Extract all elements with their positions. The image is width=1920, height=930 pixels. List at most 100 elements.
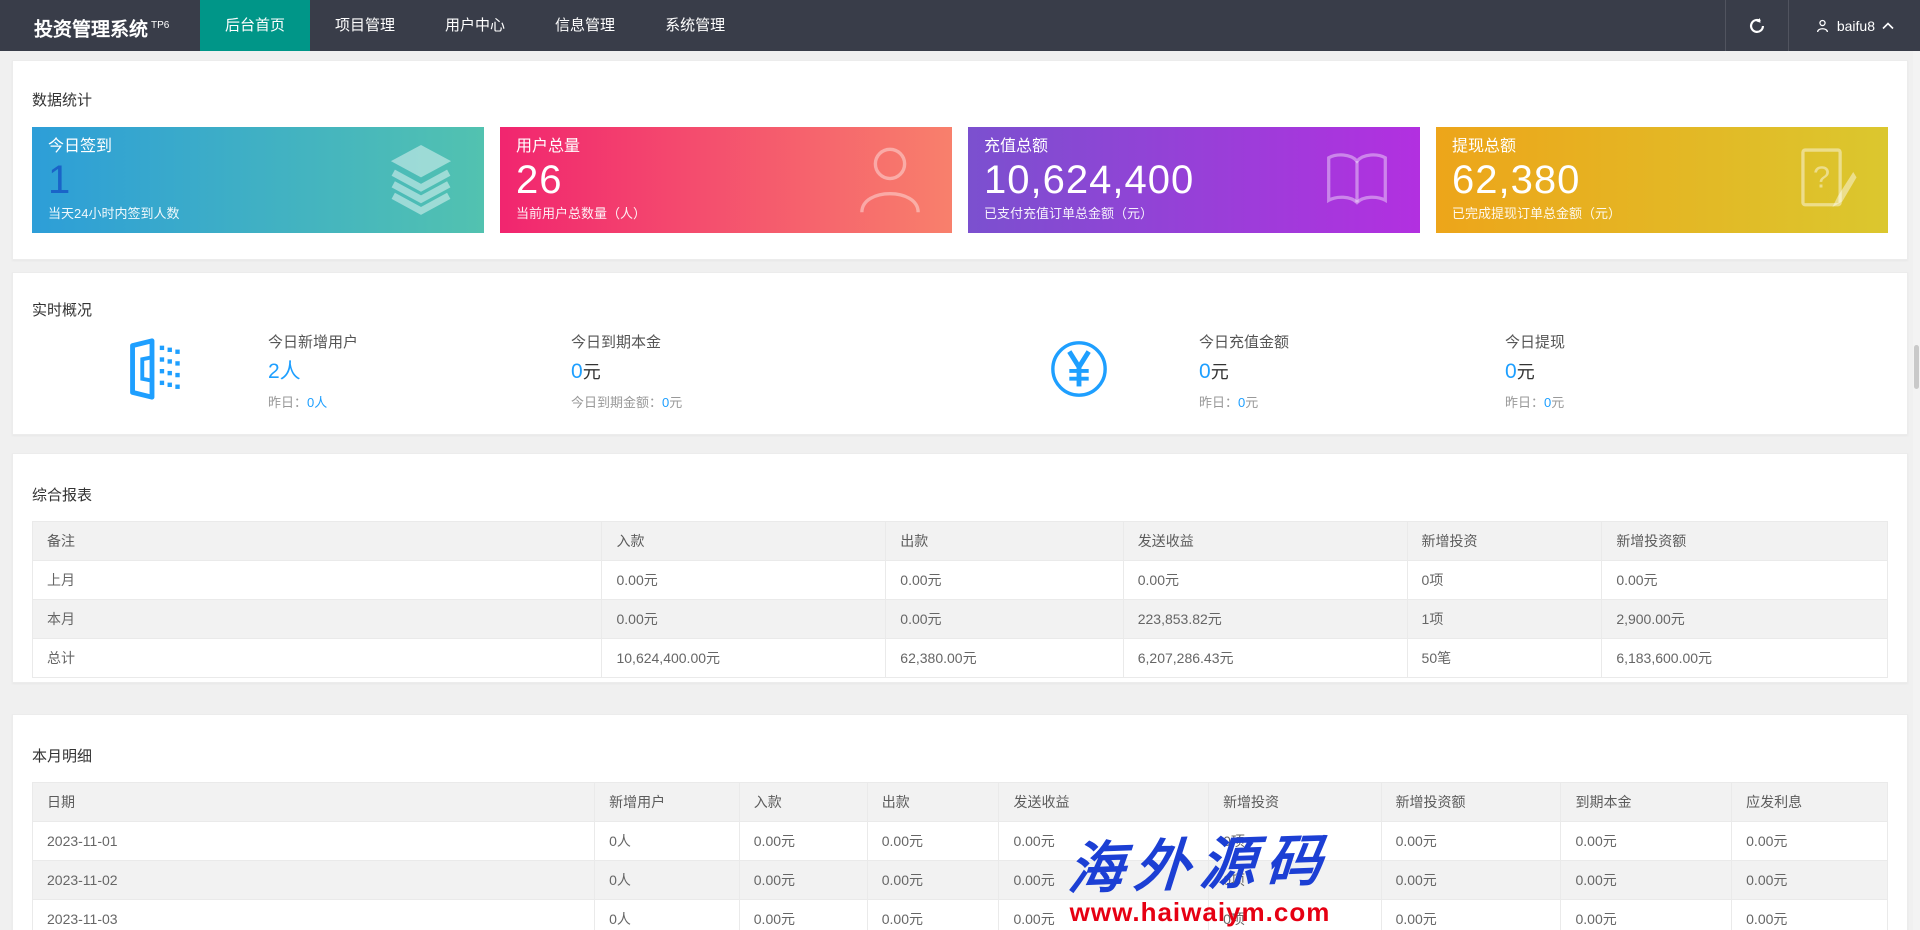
scrollbar[interactable] [1913, 51, 1920, 930]
overview-sub-label: 今日到期金额： [571, 395, 662, 410]
chevron-up-icon [1882, 22, 1894, 30]
overview-stat-today-recharge: 今日充值金额 0元 昨日：0元 [1199, 334, 1505, 411]
table-cell: 0.00元 [602, 600, 886, 639]
overview-stat-due-principal: 今日到期本金 0元 今日到期金额：0元 [571, 334, 871, 411]
table-cell: 0.00元 [602, 561, 886, 600]
overview-stat-unit: 元 [1211, 362, 1229, 382]
table-cell: 2023-11-02 [33, 861, 595, 900]
column-header: 出款 [867, 783, 999, 822]
table-cell: 0.00元 [1381, 822, 1561, 861]
table-cell: 总计 [33, 639, 602, 678]
overview-sub-label: 昨日： [268, 395, 307, 410]
overview-stat-value: 0 [571, 360, 583, 383]
overview-stat-label: 今日充值金额 [1199, 334, 1505, 352]
building-icon [117, 334, 187, 404]
table-cell: 0项 [1407, 561, 1602, 600]
report-section-title: 综合报表 [32, 484, 1888, 505]
app-title-version: TP6 [151, 20, 169, 31]
overview-stat-value: 2人 [268, 360, 301, 383]
overview-stat-today-withdraw: 今日提现 0元 昨日：0元 [1505, 334, 1805, 411]
table-cell: 0人 [595, 861, 740, 900]
column-header: 入款 [602, 522, 886, 561]
table-cell: 0.00元 [886, 600, 1123, 639]
table-cell: 0.00元 [1561, 822, 1732, 861]
table-cell: 0.00元 [867, 900, 999, 930]
overview-row: 今日新增用户 2人 昨日：0人 今日到期本金 0元 今日到期金额：0元 [32, 334, 1888, 411]
table-cell: 0.00元 [1732, 861, 1888, 900]
table-row: 上月 0.00元 0.00元 0.00元 0项 0.00元 [33, 561, 1888, 600]
table-cell: 0.00元 [867, 861, 999, 900]
table-row: 2023-11-02 0人 0.00元 0.00元 0.00元 0项 0.00元… [33, 861, 1888, 900]
table-cell: 50笔 [1407, 639, 1602, 678]
nav-item-user-center[interactable]: 用户中心 [420, 0, 530, 51]
column-header: 新增投资额 [1381, 783, 1561, 822]
detail-table: 日期 新增用户 入款 出款 发送收益 新增投资 新增投资额 到期本金 应发利息 … [32, 782, 1888, 930]
table-cell: 0.00元 [867, 822, 999, 861]
table-cell: 0.00元 [1602, 561, 1888, 600]
table-cell: 0项 [1209, 861, 1382, 900]
stat-card-users: 用户总量 26 当前用户总数量（人） [500, 127, 952, 233]
column-header: 出款 [886, 522, 1123, 561]
table-cell: 0.00元 [1123, 561, 1407, 600]
user-icon [1815, 18, 1830, 34]
table-cell: 0.00元 [739, 861, 867, 900]
book-icon [1320, 147, 1394, 214]
column-header: 新增投资 [1407, 522, 1602, 561]
nav-item-projects[interactable]: 项目管理 [310, 0, 420, 51]
svg-text:?: ? [1813, 160, 1830, 194]
table-cell: 0.00元 [739, 900, 867, 930]
table-cell: 0人 [595, 900, 740, 930]
stat-card-withdraw: 提现总额 62,380 已完成提现订单总金额（元） ? [1436, 127, 1888, 233]
table-row: 2023-11-03 0人 0.00元 0.00元 0.00元 0项 0.00元… [33, 900, 1888, 930]
overview-stat-label: 今日到期本金 [571, 334, 871, 352]
overview-stat-value: 0 [1505, 360, 1517, 383]
table-cell: 0.00元 [999, 822, 1209, 861]
overview-sub-label: 昨日： [1199, 395, 1238, 410]
overview-section: 实时概况 今日新增用户 2人 昨日：0人 [12, 272, 1908, 435]
overview-sub-unit: 元 [1551, 395, 1564, 410]
table-cell: 2023-11-01 [33, 822, 595, 861]
table-cell: 0.00元 [1732, 900, 1888, 930]
overview-section-title: 实时概况 [32, 299, 1888, 320]
overview-stat-new-users: 今日新增用户 2人 昨日：0人 [268, 334, 571, 411]
column-header: 应发利息 [1732, 783, 1888, 822]
table-cell: 0.00元 [999, 900, 1209, 930]
report-section: 综合报表 备注 入款 出款 发送收益 新增投资 新增投资额 上月 0. [12, 453, 1908, 683]
table-cell: 0项 [1209, 822, 1382, 861]
stats-section-title: 数据统计 [32, 89, 1888, 110]
refresh-button[interactable] [1726, 0, 1788, 51]
nav-item-information[interactable]: 信息管理 [530, 0, 640, 51]
overview-stat-unit: 元 [1517, 362, 1535, 382]
column-header: 发送收益 [999, 783, 1209, 822]
table-cell: 6,207,286.43元 [1123, 639, 1407, 678]
overview-sub-unit: 元 [1245, 395, 1258, 410]
navbar-right: baifu8 [1725, 0, 1920, 51]
nav-item-system[interactable]: 系统管理 [640, 0, 750, 51]
nav-item-dashboard[interactable]: 后台首页 [200, 0, 310, 51]
main-content: 数据统计 今日签到 1 当天24小时内签到人数 用户总量 26 [0, 60, 1920, 930]
table-cell: 0.00元 [1561, 900, 1732, 930]
overview-stat-unit: 元 [583, 362, 601, 382]
refresh-icon [1748, 17, 1766, 35]
table-cell: 10,624,400.00元 [602, 639, 886, 678]
overview-stat-value: 0 [1199, 360, 1211, 383]
column-header: 新增投资 [1209, 783, 1382, 822]
app-title: 投资管理系统TP6 [0, 0, 200, 51]
table-cell: 本月 [33, 600, 602, 639]
stats-section: 数据统计 今日签到 1 当天24小时内签到人数 用户总量 26 [12, 60, 1908, 260]
user-menu[interactable]: baifu8 [1789, 0, 1920, 51]
file-question-icon: ? [1792, 143, 1862, 218]
overview-stat-label: 今日新增用户 [268, 334, 571, 352]
table-row: 总计 10,624,400.00元 62,380.00元 6,207,286.4… [33, 639, 1888, 678]
column-header: 备注 [33, 522, 602, 561]
table-cell: 1项 [1407, 600, 1602, 639]
table-header-row: 日期 新增用户 入款 出款 发送收益 新增投资 新增投资额 到期本金 应发利息 [33, 783, 1888, 822]
overview-sub-value: 0人 [307, 395, 327, 410]
overview-sub-unit: 元 [669, 395, 682, 410]
stat-cards-row: 今日签到 1 当天24小时内签到人数 用户总量 26 当前用户总数量（人） [32, 127, 1888, 233]
top-navbar: 投资管理系统TP6 后台首页 项目管理 用户中心 信息管理 系统管理 baifu… [0, 0, 1920, 51]
table-cell: 223,853.82元 [1123, 600, 1407, 639]
column-header: 入款 [739, 783, 867, 822]
app-title-text: 投资管理系统 [34, 19, 148, 40]
scrollbar-thumb[interactable] [1914, 345, 1919, 389]
